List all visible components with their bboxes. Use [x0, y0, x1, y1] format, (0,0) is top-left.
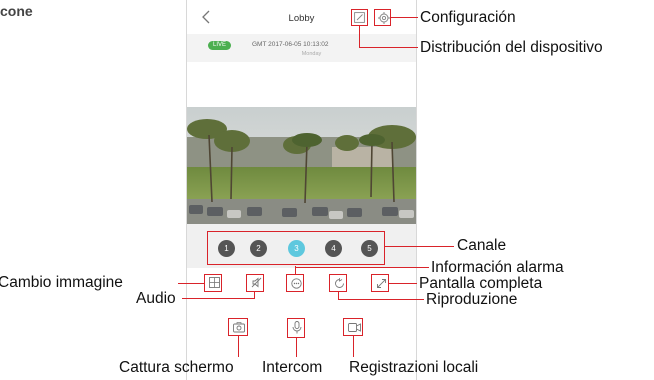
leader-line: [178, 283, 204, 284]
leader-line: [359, 47, 418, 48]
video-feed[interactable]: [187, 107, 416, 224]
weekday: Monday: [301, 51, 322, 57]
channels-highlight: [207, 231, 385, 265]
callout-informacion-alarma: Información alarma: [431, 259, 564, 276]
video-frame-image: [187, 107, 416, 224]
callout-audio: Audio: [136, 290, 176, 307]
edit-highlight: [351, 9, 368, 26]
leader-line: [359, 26, 360, 48]
leader-line: [389, 283, 417, 284]
leader-line: [391, 17, 418, 18]
callout-distribucion: Distribución del dispositivo: [420, 39, 603, 56]
timestamp: GMT 2017-06-05 10:13:02: [252, 41, 329, 48]
settings-highlight: [374, 9, 391, 26]
corner-label: cone: [0, 3, 33, 19]
callout-configuracion: Configuración: [420, 9, 516, 26]
callout-registrazioni-locali: Registrazioni locali: [349, 359, 479, 376]
alarm-highlight: [286, 274, 304, 292]
info-bar: LIVE GMT 2017-06-05 10:13:02 Monday: [187, 34, 416, 62]
callout-cattura-schermo: Cattura schermo: [119, 359, 234, 376]
callout-intercom: Intercom: [262, 359, 323, 376]
playback-highlight: [329, 274, 347, 292]
image-switch-highlight: [204, 274, 222, 292]
record-highlight: [343, 318, 363, 336]
callout-canale: Canale: [457, 237, 507, 254]
fullscreen-highlight: [371, 274, 389, 292]
live-badge: LIVE: [208, 41, 231, 50]
leader-line: [385, 246, 454, 247]
leader-line: [338, 299, 424, 300]
leader-line: [238, 336, 239, 357]
callout-pantalla-completa: Pantalla completa: [419, 275, 543, 292]
leader-line: [182, 298, 254, 299]
leader-line: [353, 336, 354, 357]
intercom-highlight: [287, 318, 305, 338]
snapshot-highlight: [228, 318, 248, 336]
leader-line: [296, 338, 297, 357]
callout-cambio-immagine: Cambio immagine: [0, 274, 123, 291]
audio-highlight: [246, 274, 264, 292]
leader-line: [295, 267, 429, 268]
callout-riproduzione: Riproduzione: [426, 291, 518, 308]
leader-line: [254, 292, 255, 299]
